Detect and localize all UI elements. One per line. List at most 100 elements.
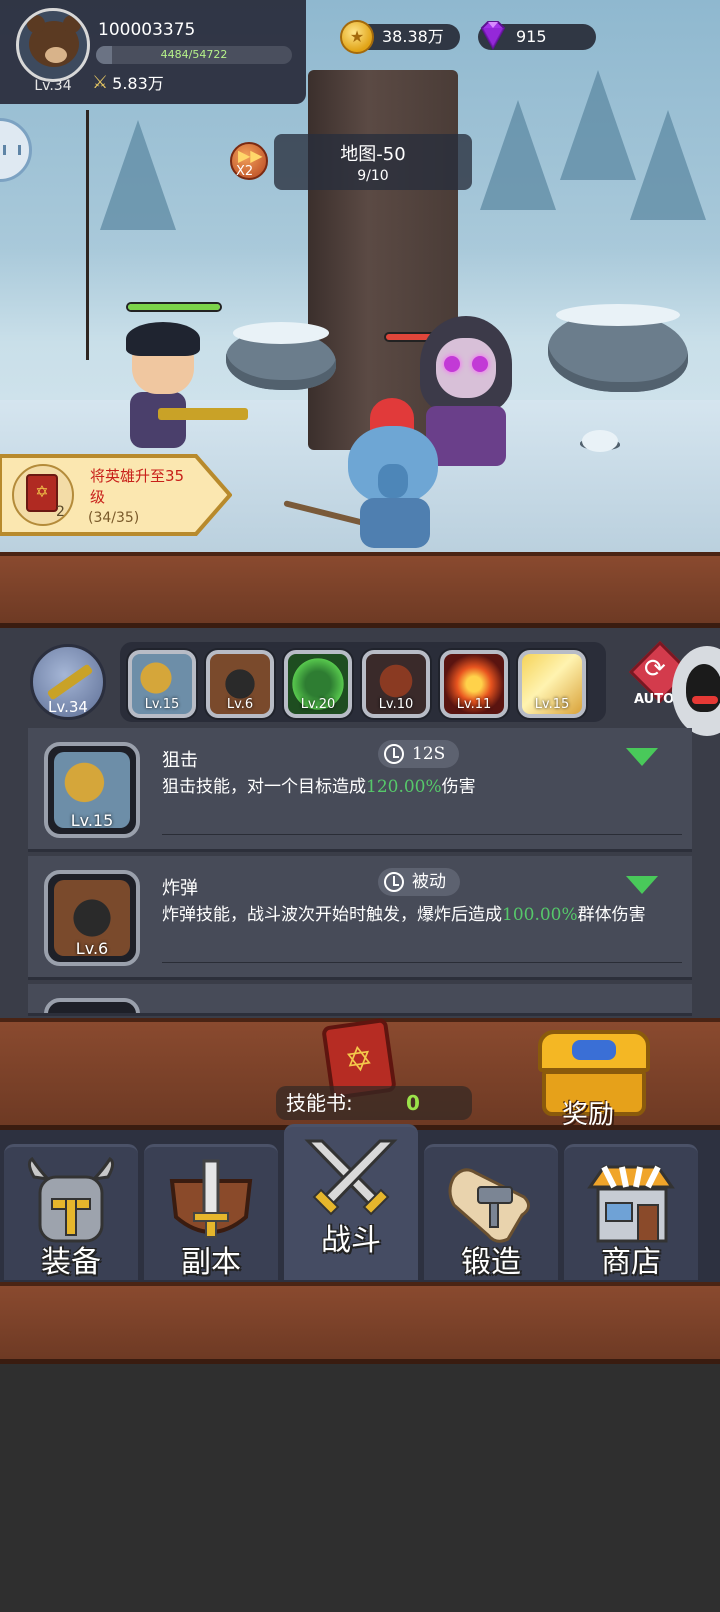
chat-side-button[interactable] <box>0 118 32 182</box>
enemy-troll[interactable] <box>330 398 460 548</box>
bear-snout <box>45 47 67 63</box>
skill-book-counter: 技能书: 0 <box>276 1086 472 1120</box>
game-screen: ▶▶ X2 地图-50 9/10 2 将英雄升至35级 (34/35) Lv.3… <box>0 0 720 1612</box>
nav-tab-dungeon[interactable]: 副本 <box>144 1144 278 1280</box>
skill-cooldown-value: 被动 <box>412 872 446 892</box>
troll-body <box>360 498 430 548</box>
desc-text: 伤害 <box>441 777 476 797</box>
skill-card-description: 炸弹技能，战斗波次开始时触发，爆炸后造成100.00%群体伤害 <box>162 904 682 926</box>
nav-label: 战斗 <box>321 1223 381 1258</box>
quest-banner[interactable]: 2 将英雄升至35级 (34/35) <box>0 454 232 536</box>
divider <box>162 834 682 835</box>
snipe-skill-icon: Lv.15 <box>44 742 140 838</box>
snipe-skill-icon[interactable]: Lv.15 <box>128 650 196 718</box>
sword-shield-icon <box>169 1159 253 1238</box>
skill-card[interactable]: Lv.6 炸弹 被动 炸弹技能，战斗波次开始时触发，爆炸后造成100.00%群体… <box>28 856 692 980</box>
wood-plank-bottom <box>0 1282 720 1364</box>
refresh-icon: ⟳ <box>644 654 666 684</box>
pine-tree <box>100 120 176 230</box>
snowy-rock <box>226 322 336 390</box>
heal-skill-icon[interactable]: Lv.20 <box>284 650 352 718</box>
map-title: 地图-50 <box>340 144 406 165</box>
skill-card-level: Lv.6 <box>75 939 109 958</box>
reward-label[interactable]: 奖励 <box>562 1094 614 1131</box>
nav-tab-forge[interactable]: 锻造 <box>424 1144 558 1280</box>
rifle-icon <box>46 663 94 701</box>
hero-body <box>130 392 186 448</box>
skill-icon-partial <box>44 998 140 1013</box>
nav-tab-battle[interactable]: 战斗 <box>284 1124 418 1280</box>
skill-level: Lv.15 <box>534 697 570 712</box>
skill-level: Lv.6 <box>226 697 254 712</box>
skill-book-count: 0 <box>406 1091 420 1115</box>
skill-cooldown: 被动 <box>378 868 460 896</box>
bomb-skill-icon: Lv.6 <box>44 870 140 966</box>
hero-hp-fill <box>128 304 220 310</box>
snowy-rock <box>548 304 688 392</box>
player-avatar[interactable] <box>16 8 90 82</box>
pine-tree <box>630 110 706 220</box>
purple-gem-icon <box>480 21 506 51</box>
gold-coin-icon <box>340 20 374 54</box>
bomb-skill-icon[interactable]: Lv.6 <box>206 650 274 718</box>
top-hud: Lv.34 100003375 4484/54722 ⚔ 5.83万 38.38… <box>0 0 720 104</box>
lightning-skill-icon[interactable]: Lv.15 <box>518 650 586 718</box>
skill-level: Lv.11 <box>456 697 492 712</box>
auto-label: AUTO <box>634 692 675 707</box>
weapon-level: Lv.34 <box>48 698 88 716</box>
nav-tab-equipment[interactable]: 装备 <box>4 1144 138 1280</box>
hero-character[interactable] <box>118 322 248 452</box>
skill-book-label: 技能书: <box>286 1091 353 1115</box>
desc-text: 炸弹技能，战斗波次开始时触发，爆炸后造成 <box>162 905 502 925</box>
gold-counter[interactable]: 38.38万 <box>340 20 460 54</box>
crossed-swords-icon <box>304 1139 398 1216</box>
reaper-face <box>436 338 496 398</box>
crossed-swords-icon: ⚔ <box>92 71 109 93</box>
divider <box>162 962 682 963</box>
hero-gun <box>158 408 248 420</box>
skill-card-name: 炸弹 <box>162 878 198 899</box>
nav-label: 副本 <box>181 1245 241 1280</box>
combat-power-value: 5.83万 <box>112 74 164 93</box>
nav-label: 装备 <box>41 1245 101 1280</box>
nav-label: 商店 <box>601 1245 661 1280</box>
shop-icon <box>587 1165 675 1243</box>
exp-text: 4484/54722 <box>160 48 228 61</box>
pine-tree <box>480 100 556 210</box>
skill-card-level: Lv.15 <box>70 811 114 830</box>
wave-progress: 9/10 <box>357 168 389 184</box>
beast-skill-icon[interactable]: Lv.10 <box>362 650 430 718</box>
desc-percent: 120.00% <box>366 777 442 797</box>
fireball-skill-icon[interactable]: Lv.11 <box>440 650 508 718</box>
skill-card-partial[interactable] <box>28 984 692 1016</box>
skill-card-description: 狙击技能，对一个目标造成120.00%伤害 <box>162 776 682 798</box>
map-info: 地图-50 9/10 <box>274 134 472 190</box>
skill-level: Lv.10 <box>378 697 414 712</box>
desc-percent: 100.00% <box>502 905 578 925</box>
quest-progress: (34/35) <box>88 510 140 526</box>
fast-forward-icon: ▶▶ <box>238 146 263 165</box>
quest-book-count: 2 <box>56 504 65 520</box>
skill-cooldown-value: 12S <box>412 744 446 764</box>
nav-label: 锻造 <box>461 1245 521 1280</box>
gem-counter[interactable]: 915 <box>478 21 596 51</box>
expand-arrow-icon[interactable] <box>626 876 658 894</box>
nav-tab-shop[interactable]: 商店 <box>564 1144 698 1280</box>
skill-book-icon <box>26 474 58 512</box>
bare-tree <box>86 110 89 360</box>
clock-icon <box>384 872 404 892</box>
helmet-icon <box>27 1157 115 1243</box>
speed-toggle-button[interactable]: ▶▶ X2 <box>230 142 268 180</box>
speed-multiplier: X2 <box>236 164 254 179</box>
skill-level: Lv.20 <box>300 697 336 712</box>
forge-scroll-icon <box>448 1168 530 1243</box>
hero-hp-bar <box>126 302 222 312</box>
skill-card-name: 狙击 <box>162 750 198 771</box>
player-level: Lv.34 <box>34 78 72 94</box>
snowy-rock <box>580 430 620 452</box>
chest-lid <box>538 1030 650 1072</box>
troll-head <box>348 426 438 504</box>
skill-cooldown: 12S <box>378 740 460 768</box>
expand-arrow-icon[interactable] <box>626 748 658 766</box>
skill-card[interactable]: Lv.15 狙击 12S 狙击技能，对一个目标造成120.00%伤害 <box>28 728 692 852</box>
